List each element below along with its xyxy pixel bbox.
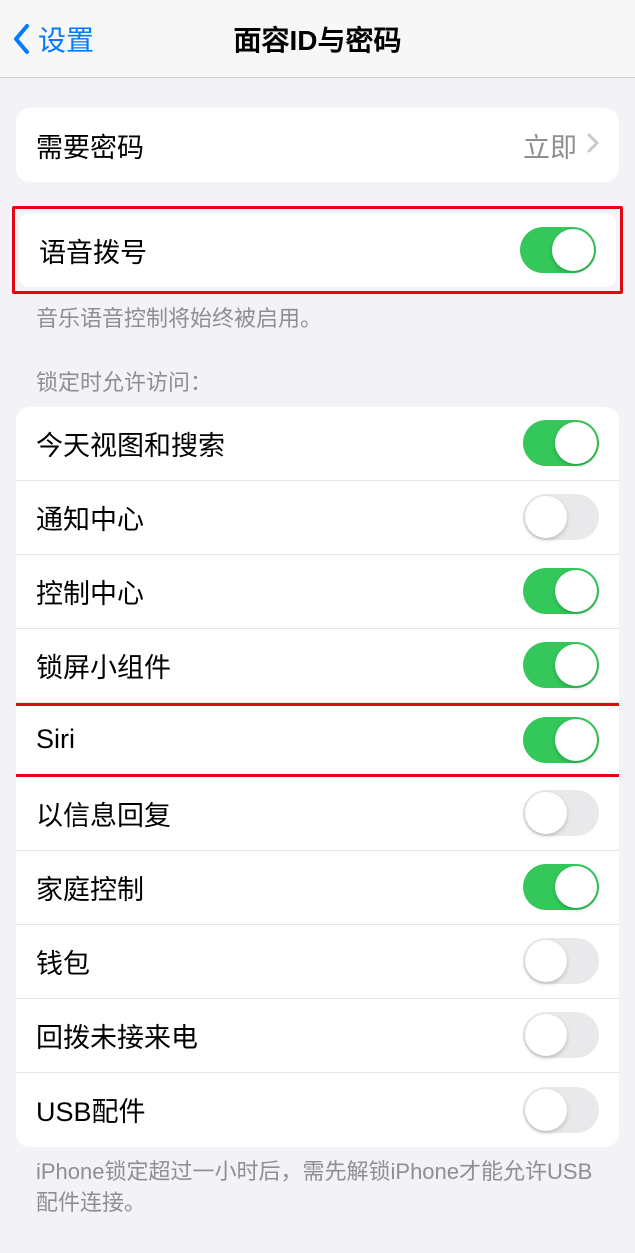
- lock-access-label: 控制中心: [36, 572, 144, 611]
- lock-access-row: USB配件: [16, 1073, 619, 1147]
- page-title: 面容ID与密码: [233, 19, 401, 59]
- lock-access-toggle[interactable]: [523, 790, 599, 836]
- nav-header: 设置 面容ID与密码: [0, 0, 635, 78]
- lock-access-row: 控制中心: [16, 555, 619, 629]
- lock-access-row: 今天视图和搜索: [16, 407, 619, 481]
- lock-access-row: 钱包: [16, 925, 619, 999]
- lock-access-label: 以信息回复: [36, 794, 171, 833]
- lock-access-toggle[interactable]: [523, 938, 599, 984]
- lock-access-header: 锁定时允许访问：: [16, 365, 619, 407]
- lock-access-toggle[interactable]: [523, 1012, 599, 1058]
- lock-access-label: 通知中心: [36, 498, 144, 537]
- lock-access-label: 家庭控制: [36, 868, 144, 907]
- passcode-section: 需要密码 立即: [16, 108, 619, 182]
- voice-dial-highlight: 语音拨号: [12, 206, 623, 294]
- lock-access-row: 以信息回复: [16, 777, 619, 851]
- lock-access-toggle[interactable]: [523, 642, 599, 688]
- back-button[interactable]: 设置: [0, 19, 94, 59]
- lock-access-row: 锁屏小组件: [16, 629, 619, 703]
- lock-access-label: Siri: [36, 724, 75, 755]
- lock-access-label: USB配件: [36, 1090, 146, 1129]
- lock-access-toggle[interactable]: [523, 1087, 599, 1133]
- back-label: 设置: [38, 19, 94, 59]
- lock-access-toggle[interactable]: [523, 568, 599, 614]
- voice-dial-row: 语音拨号: [19, 213, 616, 287]
- lock-access-row: 通知中心: [16, 481, 619, 555]
- voice-dial-toggle[interactable]: [520, 227, 596, 273]
- lock-access-label: 今天视图和搜索: [36, 424, 225, 463]
- require-passcode-value: 立即: [523, 126, 577, 165]
- lock-access-toggle[interactable]: [523, 864, 599, 910]
- lock-access-row: Siri: [16, 703, 619, 777]
- lock-access-toggle[interactable]: [523, 420, 599, 466]
- require-passcode-row[interactable]: 需要密码 立即: [16, 108, 619, 182]
- chevron-left-icon: [12, 24, 30, 54]
- lock-access-row: 家庭控制: [16, 851, 619, 925]
- voice-dial-label: 语音拨号: [39, 231, 147, 270]
- lock-access-section: 锁定时允许访问： 今天视图和搜索通知中心控制中心锁屏小组件 Siri 以信息回复家庭…: [16, 365, 619, 1219]
- lock-access-label: 回拨未接来电: [36, 1016, 198, 1055]
- lock-access-toggle[interactable]: [523, 717, 599, 763]
- chevron-right-icon: [587, 133, 599, 158]
- lock-access-label: 锁屏小组件: [36, 646, 171, 685]
- lock-access-row: 回拨未接来电: [16, 999, 619, 1073]
- voice-dial-footer: 音乐语音控制将始终被启用。: [16, 294, 619, 335]
- lock-access-label: 钱包: [36, 942, 90, 981]
- lock-access-toggle[interactable]: [523, 494, 599, 540]
- require-passcode-label: 需要密码: [36, 126, 144, 165]
- lock-access-footer: iPhone锁定超过一小时后，需先解锁iPhone才能允许USB配件连接。: [16, 1147, 619, 1219]
